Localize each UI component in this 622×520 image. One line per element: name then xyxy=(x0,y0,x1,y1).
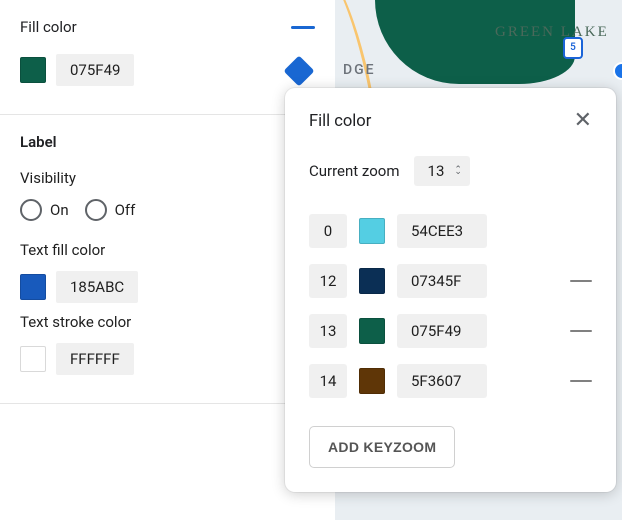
map-feature-polygon xyxy=(375,0,575,84)
close-icon[interactable]: ✕ xyxy=(574,110,592,132)
add-keyzoom-button[interactable]: ADD KEYZOOM xyxy=(309,426,455,468)
fill-color-label: Fill color xyxy=(20,18,77,36)
zoom-stop-hex[interactable]: 07345F xyxy=(397,264,487,298)
zoom-stop-row: 13 075F49 xyxy=(309,314,592,348)
label-section-title: Label xyxy=(20,133,315,151)
text-fill-label: Text fill color xyxy=(20,241,315,259)
zoom-stop-row: 12 07345F xyxy=(309,264,592,298)
radio-icon xyxy=(20,199,42,221)
remove-stop-icon[interactable] xyxy=(570,280,592,283)
zoom-stop-row: 0 54CEE3 xyxy=(309,214,592,248)
fill-color-hex[interactable]: 075F49 xyxy=(56,54,134,86)
text-stroke-label: Text stroke color xyxy=(20,313,315,331)
text-stroke-hex[interactable]: FFFFFF xyxy=(56,343,134,375)
fill-color-popover: Fill color ✕ Current zoom 13 ⌃ ⌄ 0 54CEE3… xyxy=(285,88,616,492)
zoom-stop-value[interactable]: 14 xyxy=(309,364,347,398)
visibility-radio-group: On Off xyxy=(20,199,315,221)
text-stroke-swatch[interactable] xyxy=(20,346,46,372)
zoom-stop-hex[interactable]: 075F49 xyxy=(397,314,487,348)
zoom-value: 13 xyxy=(428,162,445,180)
highway-shield-icon: 5 xyxy=(563,37,583,59)
current-zoom-label: Current zoom xyxy=(309,162,400,180)
radio-icon xyxy=(85,199,107,221)
radio-on-label: On xyxy=(50,201,69,219)
zoom-stop-row: 14 5F3607 xyxy=(309,364,592,398)
zoom-stop-swatch[interactable] xyxy=(359,318,385,344)
remove-stop-icon[interactable] xyxy=(570,380,592,383)
visibility-on[interactable]: On xyxy=(20,199,69,221)
text-fill-hex[interactable]: 185ABC xyxy=(56,271,138,303)
remove-slot xyxy=(570,280,592,283)
map-poi-marker[interactable] xyxy=(613,62,622,80)
visibility-off[interactable]: Off xyxy=(85,199,136,221)
zoom-stop-swatch[interactable] xyxy=(359,368,385,394)
map-lake-label: GREEN LAKE xyxy=(495,24,609,41)
zoom-stop-swatch[interactable] xyxy=(359,218,385,244)
zoom-stop-value[interactable]: 0 xyxy=(309,214,347,248)
zoom-stop-swatch[interactable] xyxy=(359,268,385,294)
zoom-stop-value[interactable]: 13 xyxy=(309,314,347,348)
popover-title: Fill color xyxy=(309,112,371,131)
zoom-stop-value[interactable]: 12 xyxy=(309,264,347,298)
stepper-arrows-icon[interactable]: ⌃ ⌄ xyxy=(454,170,462,172)
visibility-label: Visibility xyxy=(20,169,315,187)
zoom-stepper[interactable]: 13 ⌃ ⌄ xyxy=(414,156,470,186)
fill-color-swatch[interactable] xyxy=(20,57,46,83)
collapse-icon[interactable] xyxy=(291,26,315,29)
map-district-label: DGE xyxy=(343,62,376,78)
remove-stop-icon[interactable] xyxy=(570,330,592,333)
remove-slot xyxy=(570,380,592,383)
remove-slot xyxy=(570,330,592,333)
zoom-stop-hex[interactable]: 54CEE3 xyxy=(397,214,487,248)
radio-off-label: Off xyxy=(115,201,136,219)
text-fill-swatch[interactable] xyxy=(20,274,46,300)
zoom-stop-hex[interactable]: 5F3607 xyxy=(397,364,487,398)
